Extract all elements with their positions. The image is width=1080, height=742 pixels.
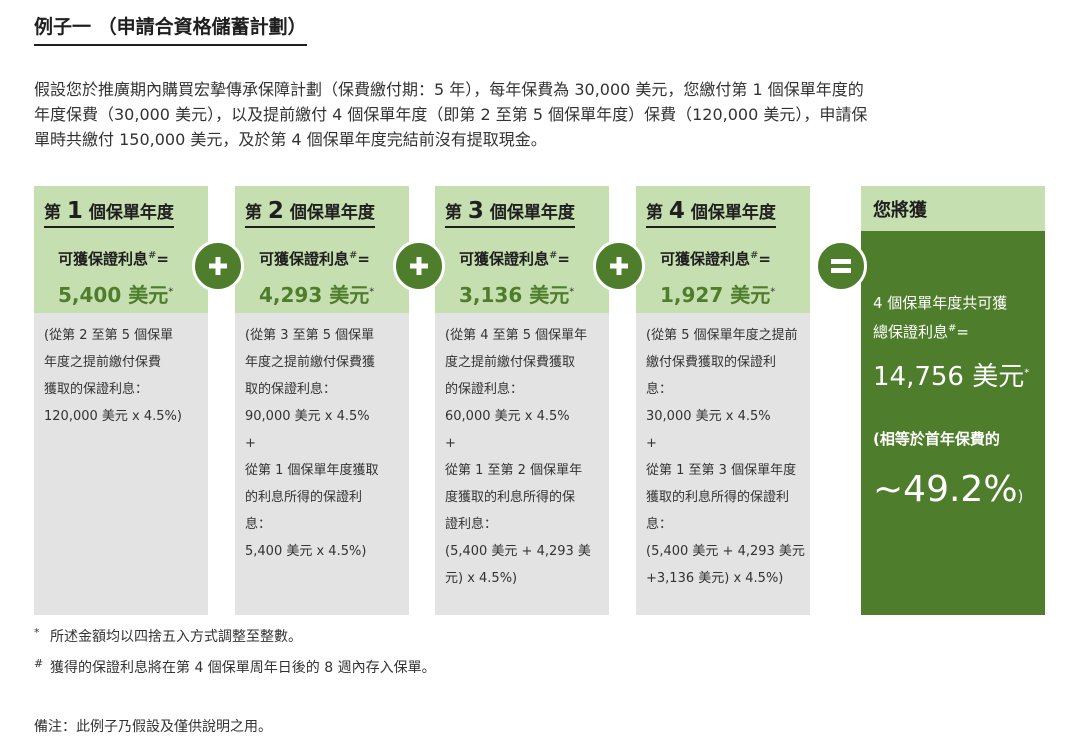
equals-icon (815, 240, 867, 292)
plus-icon (393, 240, 445, 292)
calculation-text: (從第 5 個保單年度之提前 繳付保費獲取的保證利 息： 30,000 美元 x 4.… (646, 328, 805, 586)
plus-icon (593, 240, 645, 292)
interest-label: 可獲保證利息#= (259, 250, 370, 268)
policy-year-card-3: 第 3 個保單年度 可獲保證利息#= 3,136 美元* (從第 4 至第 5 … (435, 186, 609, 615)
interest-label: 可獲保證利息#= (660, 250, 771, 268)
total-interest: 14,756 美元* (873, 362, 1030, 392)
policy-year-heading: 第 1 個保單年度 (44, 198, 174, 228)
result-header: 您將獲 (861, 186, 1045, 231)
interest-amount: 5,400 美元* (58, 283, 174, 307)
result-title: 您將獲 (873, 200, 927, 221)
intro-line: 年度保費（30,000 美元），以及提前繳付 4 個保單年度（即第 2 至第 5… (34, 105, 868, 124)
result-line: 總保證利息#= (873, 323, 969, 341)
card-header: 第 3 個保單年度 可獲保證利息#= 3,136 美元* (435, 186, 609, 313)
interest-label: 可獲保證利息#= (459, 250, 570, 268)
footnote-rounding: * 所述金額均以四捨五入方式調整至整數。 (34, 626, 302, 645)
result-panel: 您將獲 4 個保單年度共可獲 總保證利息#= 14,756 美元* (相等於首年… (861, 186, 1045, 615)
calculation-text: (從第 2 至第 5 個保單 年度之提前繳付保費 獲取的保證利息： 120,000 美… (44, 328, 182, 424)
card-header: 第 1 個保單年度 可獲保證利息#= 5,400 美元* (34, 186, 208, 313)
policy-year-card-1: 第 1 個保單年度 可獲保證利息#= 5,400 美元* (從第 2 至第 5 … (34, 186, 208, 615)
interest-label: 可獲保證利息#= (58, 250, 169, 268)
result-line: 4 個保單年度共可獲 (873, 294, 1008, 312)
policy-year-card-4: 第 4 個保單年度 可獲保證利息#= 1,927 美元* (從第 5 個保單年度… (636, 186, 810, 615)
policy-year-heading: 第 4 個保單年度 (646, 198, 776, 228)
interest-amount: 3,136 美元* (459, 283, 575, 307)
policy-year-heading: 第 2 個保單年度 (245, 198, 375, 228)
calculation-text: (從第 3 至第 5 個保單 年度之提前繳付保費獲 取的保證利息： 90,000 美元… (245, 328, 379, 559)
intro-line: 假設您於推廣期內購買宏摯傳承保障計劃（保費繳付期：5 年），每年保費為 30,0… (34, 80, 864, 99)
intro-line: 單時共繳付 150,000 美元，及於第 4 個保單年度完結前沒有提取現金。 (34, 130, 547, 149)
percentage-value: ~49.2%) (873, 469, 1024, 510)
page-title: 例子一 （申請合資格儲蓄計劃） (34, 12, 307, 46)
remark: 備注：此例子乃假設及僅供說明之用。 (34, 719, 272, 735)
card-header: 第 2 個保單年度 可獲保證利息#= 4,293 美元* (235, 186, 409, 313)
intro-paragraph: 假設您於推廣期內購買宏摯傳承保障計劃（保費繳付期：5 年），每年保費為 30,0… (34, 77, 1044, 152)
policy-year-heading: 第 3 個保單年度 (445, 198, 575, 228)
plus-icon (192, 240, 244, 292)
card-header: 第 4 個保單年度 可獲保證利息#= 1,927 美元* (636, 186, 810, 313)
interest-amount: 1,927 美元* (660, 283, 776, 307)
interest-amount: 4,293 美元* (259, 283, 375, 307)
result-note: (相等於首年保費的 (873, 430, 1000, 448)
policy-year-card-2: 第 2 個保單年度 可獲保證利息#= 4,293 美元* (從第 3 至第 5 … (235, 186, 409, 615)
footnote-interest: # 獲得的保證利息將在第 4 個保單周年日後的 8 週內存入保單。 (34, 657, 436, 676)
calculation-text: (從第 4 至第 5 個保單年 度之提前繳付保費獲取 的保證利息： 60,000 美元… (445, 328, 591, 586)
